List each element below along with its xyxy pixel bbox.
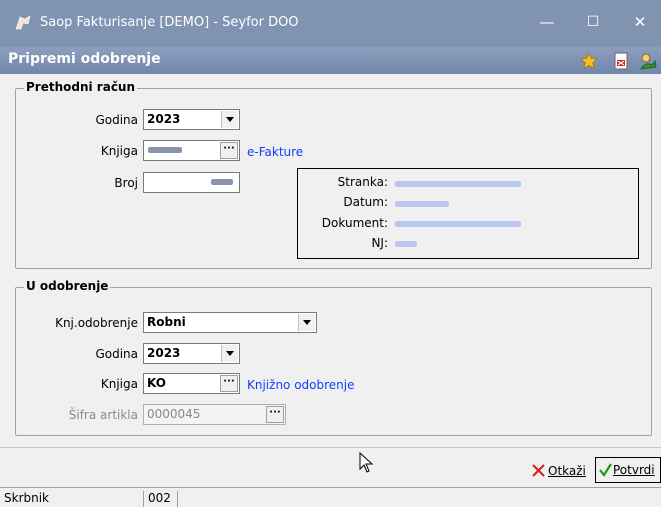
chevron-down-icon[interactable] <box>221 345 238 362</box>
group-legend-prethodni: Prethodni račun <box>24 80 138 94</box>
status-user: Skrbnik <box>4 491 50 505</box>
cancel-button[interactable]: Otkaži <box>530 459 592 483</box>
window-title: Saop Fakturisanje [DEMO] - Seyfor DOO <box>40 15 299 30</box>
dokument-label: Dokument: <box>321 216 388 230</box>
status-empty <box>177 491 661 507</box>
cancel-label: Otkaži <box>548 464 586 478</box>
status-code: 002 <box>143 491 175 507</box>
odobrenje-godina-label: Godina <box>95 347 138 361</box>
knjiga-link[interactable]: e-Fakture <box>247 145 303 159</box>
dokument-redacted <box>395 221 521 227</box>
odobrenje-knjiga-label: Knjiga <box>100 377 138 391</box>
broj-label: Broj <box>114 176 138 190</box>
close-button[interactable]: ✕ <box>629 11 651 33</box>
knj-odobrenje-value: Robni <box>147 315 186 329</box>
maximize-button[interactable]: ☐ <box>582 11 604 33</box>
knj-odobrenje-label: Knj.odobrenje <box>55 316 138 330</box>
godina-select[interactable]: 2023 <box>143 109 240 130</box>
divider <box>0 447 661 448</box>
group-legend-odobrenje: U odobrenje <box>24 279 111 293</box>
odobrenje-knjiga-browse-button[interactable]: ··· <box>220 375 238 392</box>
broj-redacted <box>211 179 233 185</box>
sifra-artikla-label: Šifra artikla <box>68 408 138 422</box>
star-icon[interactable] <box>580 52 598 70</box>
knjiga-browse-button[interactable]: ··· <box>220 142 238 159</box>
datum-redacted <box>395 201 449 207</box>
pdf-doc-icon[interactable] <box>612 52 630 70</box>
stranka-label: Stranka: <box>337 175 388 189</box>
odobrenje-godina-value: 2023 <box>147 346 181 360</box>
nj-redacted <box>395 241 417 247</box>
knjiga-field[interactable]: ··· <box>143 140 240 161</box>
sifra-artikla-value: 0000045 <box>147 407 201 421</box>
invoice-info-box: Stranka: Datum: Dokument: NJ: <box>297 168 639 259</box>
sifra-artikla-field: 0000045 ··· <box>143 404 286 425</box>
knj-odobrenje-select[interactable]: Robni <box>143 312 317 333</box>
status-bar: Skrbnik 002 <box>0 487 661 507</box>
checkmark-icon <box>599 463 612 477</box>
window-titlebar: Saop Fakturisanje [DEMO] - Seyfor DOO — … <box>0 0 661 47</box>
confirm-button[interactable]: Potvrdi <box>595 457 661 483</box>
odobrenje-godina-select[interactable]: 2023 <box>143 343 240 364</box>
stranka-redacted <box>395 181 521 187</box>
app-logo-icon <box>15 15 31 30</box>
sifra-artikla-browse-button[interactable]: ··· <box>266 406 284 423</box>
chevron-down-icon[interactable] <box>221 111 238 128</box>
odobrenje-knjiga-field[interactable]: KO ··· <box>143 373 240 394</box>
confirm-label: Potvrdi <box>613 463 655 477</box>
cursor-icon <box>359 452 373 473</box>
x-cross-icon <box>532 464 545 477</box>
knjiga-redacted <box>148 147 182 153</box>
dialog-title: Pripremi odobrenje <box>8 51 161 67</box>
nj-label: NJ: <box>371 236 388 250</box>
godina-label: Godina <box>95 113 138 127</box>
chevron-down-icon[interactable] <box>298 314 315 331</box>
green-person-icon[interactable] <box>639 52 657 70</box>
odobrenje-knjiga-link[interactable]: Knjižno odobrenje <box>247 378 355 392</box>
godina-value: 2023 <box>147 112 181 126</box>
datum-label: Datum: <box>343 195 388 209</box>
odobrenje-knjiga-value: KO <box>147 376 166 390</box>
minimize-button[interactable]: — <box>536 11 558 33</box>
knjiga-label: Knjiga <box>100 144 138 158</box>
broj-field[interactable] <box>143 172 240 193</box>
dialog-header: Pripremi odobrenje <box>0 47 661 74</box>
